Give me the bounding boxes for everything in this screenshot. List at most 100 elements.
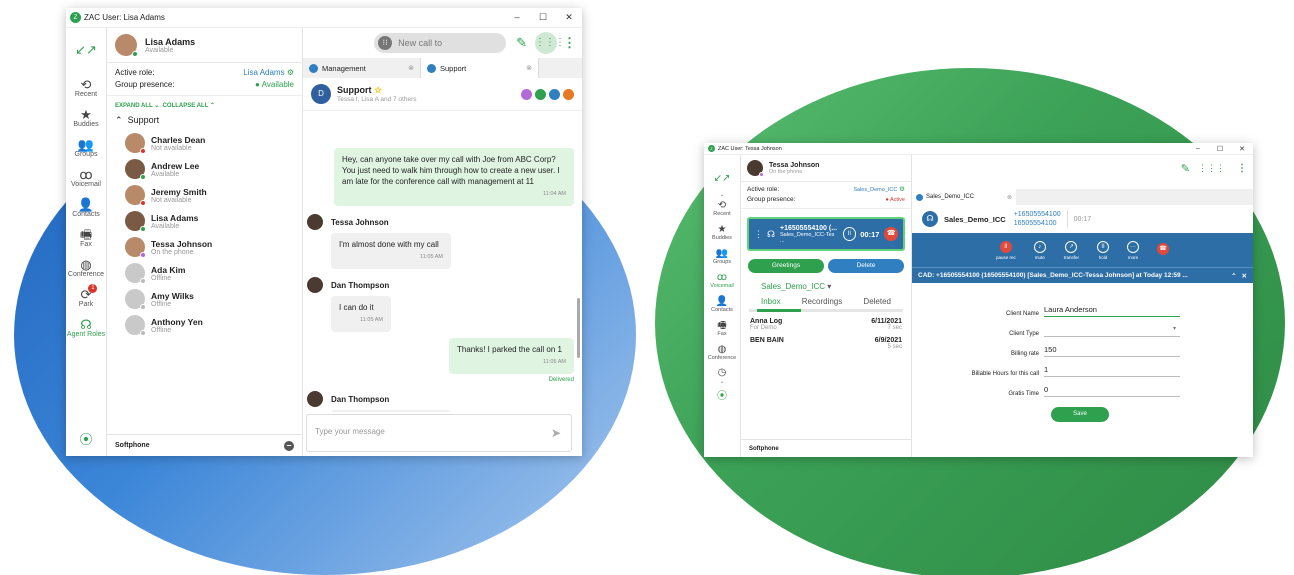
tab-deleted[interactable]: Deleted xyxy=(863,297,891,306)
minus-icon[interactable]: – xyxy=(284,440,294,451)
send-icon[interactable]: ➤ xyxy=(551,426,561,440)
close-button[interactable]: ✕ xyxy=(1231,145,1253,153)
nav-contacts[interactable]: 👤 Contacts xyxy=(711,297,733,314)
buddy-item[interactable]: Anthony Yen Offline xyxy=(107,312,302,338)
save-button[interactable]: Save xyxy=(1051,407,1109,422)
nav-contacts[interactable]: 👤 Contacts xyxy=(72,198,100,218)
nav-recent[interactable]: ⟲ Recent xyxy=(713,201,730,218)
pause-icon[interactable]: II xyxy=(842,227,857,241)
active-role-link[interactable]: Lisa Adams xyxy=(243,68,284,77)
location-pin-icon[interactable]: ⦿ xyxy=(717,387,727,402)
form-field[interactable]: 0 xyxy=(1044,385,1180,397)
minimize-button[interactable]: – xyxy=(1187,145,1209,153)
apps-grid-icon[interactable]: ⋮⋮⋮ xyxy=(535,32,565,54)
info-icon[interactable] xyxy=(549,88,560,100)
members-icon[interactable] xyxy=(563,88,574,100)
greetings-button[interactable]: Greetings xyxy=(748,259,824,273)
nav-voicemail[interactable]: ꝏ Voicemail xyxy=(71,168,101,188)
nav-groups[interactable]: 👥 Groups xyxy=(713,249,731,266)
globe-icon: ◍ xyxy=(80,257,92,272)
nav-fax[interactable]: 🖷 Fax xyxy=(80,228,92,248)
buddy-item[interactable]: Tessa Johnson On the phone xyxy=(107,234,302,260)
tab-recordings[interactable]: Recordings xyxy=(802,297,842,306)
form-field[interactable]: ▾ xyxy=(1044,325,1180,337)
buddy-item[interactable]: Ada Kim Offline xyxy=(107,260,302,286)
group-header[interactable]: ⌃ Support xyxy=(107,115,302,130)
delete-button[interactable]: Delete xyxy=(828,259,904,273)
form-field[interactable]: Laura Anderson xyxy=(1044,305,1180,317)
maximize-button[interactable]: ☐ xyxy=(1209,145,1231,153)
close-icon[interactable]: ✕ xyxy=(1242,272,1247,280)
gear-icon[interactable]: ⚙ xyxy=(899,186,905,193)
message-bubble[interactable]: Thanks! I parked the call on 1 11:05 AM xyxy=(449,338,574,374)
more-menu-icon[interactable]: ⋮ xyxy=(1237,163,1247,174)
active-role-link[interactable]: Sales_Demo_ICC xyxy=(853,187,897,193)
pause-rec-button[interactable]: II pause rec xyxy=(996,240,1016,260)
nav-park[interactable]: ⟳ 1 Park xyxy=(79,284,98,308)
compose-icon[interactable]: ✎ xyxy=(1181,162,1190,175)
message-bubble[interactable]: Hey, can anyone take over my call with J… xyxy=(334,148,574,206)
files-icon[interactable] xyxy=(535,88,546,100)
form-label: Gratis Time xyxy=(1008,391,1039,397)
tab-support[interactable]: Support ⊗ xyxy=(421,58,539,78)
compose-icon[interactable]: ✎ xyxy=(516,35,527,51)
new-call-input[interactable]: ⁝⁝ New call to xyxy=(374,33,507,53)
collapse-arrows-icon[interactable]: ↙↗ xyxy=(714,173,731,184)
form-field[interactable]: 150 xyxy=(1044,345,1180,357)
scrollbar[interactable] xyxy=(577,298,580,358)
form-field[interactable]: 1 xyxy=(1044,365,1180,377)
mailbox-dropdown[interactable]: Sales_Demo_ICC ▾ xyxy=(741,273,911,291)
buddy-item[interactable]: Andrew Lee Available xyxy=(107,156,302,182)
message-bubble[interactable]: I'm almost done with my call 11:05 AM xyxy=(331,233,451,269)
nav-conference[interactable]: ◍ Conference xyxy=(708,345,736,362)
buddy-item[interactable]: Charles Dean Not available xyxy=(107,130,302,156)
softphone-bar[interactable]: Softphone – xyxy=(107,434,302,456)
scroll-down-icon[interactable]: ⌄ xyxy=(719,378,724,385)
message-bubble[interactable]: No problem. I'm on it11:05 AM xyxy=(331,410,451,412)
softphone-bar[interactable]: Softphone xyxy=(741,439,911,457)
hangup-button[interactable]: ☎ xyxy=(1157,243,1170,257)
tab-management[interactable]: Management ⊗ xyxy=(303,58,421,78)
nav-voicemail[interactable]: ꝏ Voicemail xyxy=(710,273,734,290)
transfer-button[interactable]: ↗ transfer xyxy=(1064,240,1079,260)
dialpad-icon: ⁝⁝ xyxy=(378,36,393,50)
buddy-item[interactable]: Jeremy Smith Not available xyxy=(107,182,302,208)
hangup-icon[interactable]: ☎ xyxy=(884,227,898,241)
clock-icon[interactable]: ◷ xyxy=(718,367,727,378)
more-menu-icon[interactable]: ⋮ xyxy=(563,35,576,51)
nav-buddies[interactable]: ★ Buddies xyxy=(712,225,732,242)
nav-agent-roles[interactable]: ☊ Agent Roles xyxy=(67,318,105,338)
mute-button[interactable]: ♪ mute xyxy=(1033,240,1046,260)
voicemail-item[interactable]: Anna Log For Demo 6/11/2021 7 sec xyxy=(741,312,911,331)
maximize-button[interactable]: ☐ xyxy=(530,12,556,23)
add-user-icon[interactable] xyxy=(521,88,532,100)
collapse-all-link[interactable]: COLLAPSE ALL xyxy=(163,103,209,109)
hold-button[interactable]: II hold xyxy=(1097,240,1110,260)
collapse-arrows-icon[interactable]: ↙↗ xyxy=(75,42,97,58)
location-pin-icon[interactable]: ⦿ xyxy=(79,429,92,448)
gear-icon[interactable]: ⚙ xyxy=(287,68,294,77)
nav-buddies[interactable]: ★ Buddies xyxy=(73,108,98,128)
user-profile[interactable]: Lisa Adams Available xyxy=(107,28,302,63)
group-presence-value[interactable]: ● Available xyxy=(255,79,294,91)
message-bubble[interactable]: I can do it 11:05 AM xyxy=(331,296,391,332)
nav-groups[interactable]: 👥 Groups xyxy=(75,138,98,158)
buddy-item[interactable]: Amy Wilks Offline xyxy=(107,286,302,312)
message-input[interactable]: Type your message ➤ xyxy=(306,414,572,452)
nav-fax[interactable]: 🖷 Fax xyxy=(717,321,726,338)
nav-conference[interactable]: ◍ Conference xyxy=(68,258,104,278)
tab-sales-demo[interactable]: Sales_Demo_ICC ⊗ xyxy=(912,189,1016,205)
tab-inbox[interactable]: Inbox xyxy=(761,297,781,306)
user-profile[interactable]: Tessa Johnson On the phone xyxy=(741,155,911,182)
chevron-up-icon[interactable]: ⌃ xyxy=(1231,272,1236,280)
close-button[interactable]: ✕ xyxy=(556,12,582,23)
minimize-button[interactable]: – xyxy=(504,12,530,23)
group-presence-value[interactable]: ● Active xyxy=(885,195,905,205)
expand-all-link[interactable]: EXPAND ALL xyxy=(115,103,153,109)
buddy-item[interactable]: Lisa Adams Available xyxy=(107,208,302,234)
active-call-card[interactable]: ⋮ ☊ +16505554100 (... Sales_Demo_ICC-Tes … xyxy=(747,217,905,251)
nav-recent[interactable]: ⟲ Recent xyxy=(75,78,97,98)
apps-grid-icon[interactable]: ⋮⋮⋮ xyxy=(1198,163,1225,174)
more-button[interactable]: ··· more xyxy=(1127,240,1140,260)
voicemail-item[interactable]: BEN BAIN 6/9/2021 5 sec xyxy=(741,331,911,350)
